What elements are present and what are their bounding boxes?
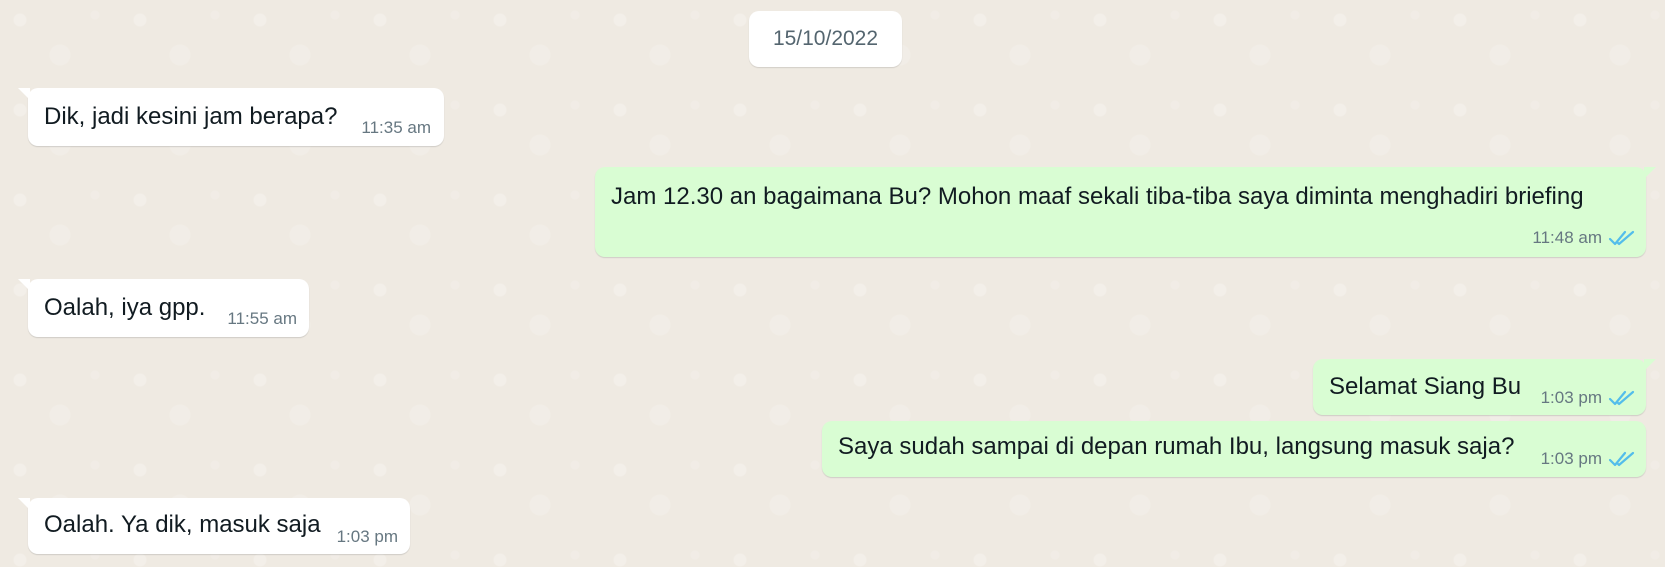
message-meta: 1:03 pm	[1541, 389, 1636, 407]
message-meta: 11:35 am	[361, 119, 431, 137]
message-text: Oalah, iya gpp.	[44, 294, 206, 321]
message-meta: 1:03 pm	[337, 528, 398, 546]
outgoing-message[interactable]: Selamat Siang Bu 1:03 pm	[1313, 359, 1656, 415]
outgoing-message[interactable]: Saya sudah sampai di depan rumah Ibu, la…	[822, 421, 1646, 477]
message-meta: 11:55 am	[227, 310, 297, 328]
message-text: Oalah. Ya dik, masuk saja	[44, 511, 321, 538]
double-check-read-icon	[1608, 451, 1635, 467]
incoming-message[interactable]: Oalah, iya gpp. 11:55 am	[18, 279, 309, 337]
chat-message-list[interactable]: 15/10/2022 Dik, jadi kesini jam berapa? …	[0, 0, 1665, 567]
incoming-message[interactable]: Dik, jadi kesini jam berapa? 11:35 am	[18, 88, 444, 146]
double-check-read-icon	[1608, 390, 1635, 406]
double-check-read-icon	[1608, 230, 1635, 246]
outgoing-message[interactable]: Jam 12.30 an bagaimana Bu? Mohon maaf se…	[595, 167, 1656, 257]
message-time: 11:55 am	[227, 309, 297, 328]
message-text: Saya sudah sampai di depan rumah Ibu, la…	[838, 433, 1515, 460]
date-separator: 15/10/2022	[749, 11, 902, 67]
message-time: 1:03 pm	[336, 527, 398, 546]
message-time: 1:03 pm	[1540, 449, 1602, 468]
message-time: 1:03 pm	[1540, 388, 1602, 407]
message-time: 11:48 am	[1532, 228, 1602, 247]
incoming-message[interactable]: Oalah. Ya dik, masuk saja 1:03 pm	[18, 498, 410, 554]
message-meta: 1:03 pm	[1541, 450, 1636, 468]
message-text: Jam 12.30 an bagaimana Bu? Mohon maaf se…	[611, 183, 1584, 210]
message-text: Selamat Siang Bu	[1329, 373, 1522, 400]
message-text: Dik, jadi kesini jam berapa?	[44, 103, 338, 130]
message-meta: 11:48 am	[1532, 229, 1636, 247]
message-time: 11:35 am	[361, 118, 431, 137]
